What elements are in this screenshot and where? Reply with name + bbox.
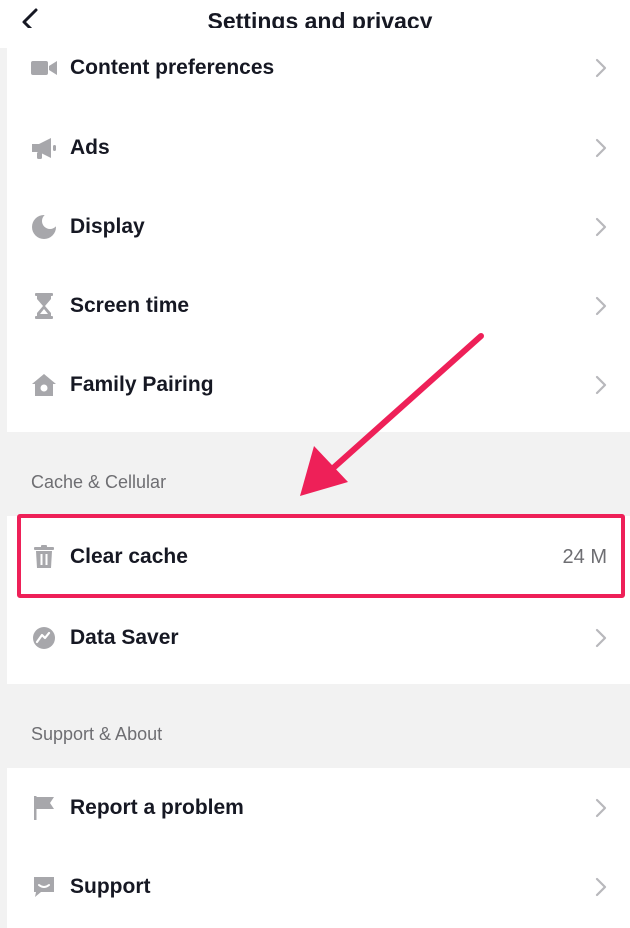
settings-item-label: Data Saver xyxy=(70,625,179,649)
settings-item-ads[interactable]: Ads xyxy=(7,108,630,187)
settings-item-label: Screen time xyxy=(70,293,190,317)
settings-item-label: Ads xyxy=(70,135,110,159)
settings-item-label: Content preferences xyxy=(70,56,275,79)
settings-item-label: Family Pairing xyxy=(70,372,214,396)
house-icon xyxy=(31,372,57,398)
flag-icon xyxy=(31,795,57,821)
chevron-right-icon xyxy=(595,58,607,78)
chevron-right-icon xyxy=(595,217,607,236)
video-camera-icon xyxy=(31,55,57,81)
chevron-right-icon xyxy=(595,877,607,896)
section-title-support: Support & About xyxy=(31,724,163,744)
highlight-box xyxy=(17,514,625,598)
settings-item-support[interactable]: Support xyxy=(7,847,630,926)
settings-item-display[interactable]: Display xyxy=(7,187,630,266)
settings-item-label: Display xyxy=(70,214,145,238)
settings-item-data-saver[interactable]: Data Saver xyxy=(7,598,630,677)
settings-item-label: Report a problem xyxy=(70,795,244,819)
moon-icon xyxy=(31,213,57,240)
chevron-right-icon xyxy=(595,798,607,817)
megaphone-icon xyxy=(31,135,57,161)
chevron-right-icon xyxy=(595,296,607,315)
support-settings-group: Report a problem Support xyxy=(7,768,630,928)
settings-item-label: Support xyxy=(70,874,151,898)
chevron-right-icon xyxy=(595,375,607,394)
settings-item-screen-time[interactable]: Screen time xyxy=(7,266,630,345)
settings-item-family-pairing[interactable]: Family Pairing xyxy=(7,345,630,424)
data-saver-icon xyxy=(31,625,57,651)
general-settings-group: Content preferences Ads Display Screen t… xyxy=(7,28,630,432)
chat-bubble-icon xyxy=(31,874,57,900)
section-title-cache: Cache & Cellular xyxy=(31,472,167,492)
settings-item-content-preferences[interactable]: Content preferences xyxy=(7,28,630,108)
chevron-right-icon xyxy=(595,628,607,647)
settings-item-report-problem[interactable]: Report a problem xyxy=(7,768,630,847)
hourglass-icon xyxy=(31,292,57,319)
chevron-right-icon xyxy=(595,138,607,157)
